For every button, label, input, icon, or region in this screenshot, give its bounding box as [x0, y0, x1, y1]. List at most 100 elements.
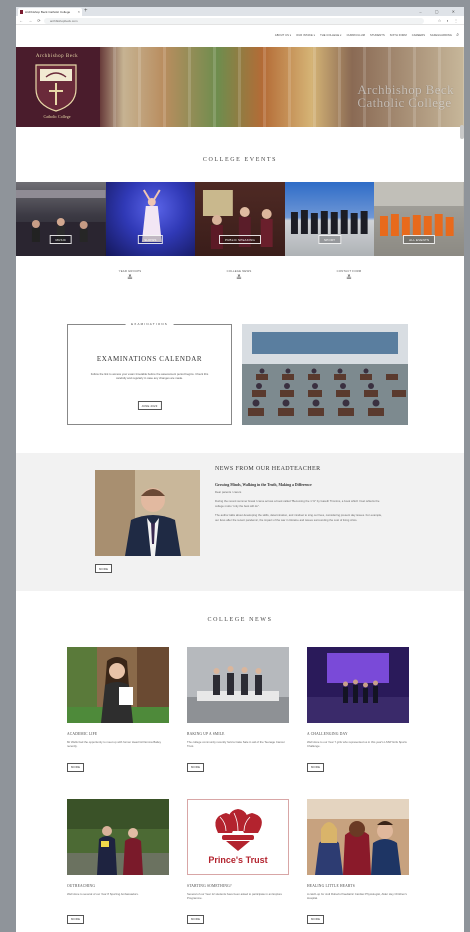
crest-bottom-text: Catholic College [43, 114, 71, 119]
nav-item-students[interactable]: STUDENTS [370, 34, 385, 37]
headteacher-message: NEWS FROM OUR HEADTEACHER Growing Minds,… [215, 466, 383, 522]
examinations-card: EXAMINATIONS EXAMINATIONS CALENDAR Follo… [67, 322, 232, 425]
news-card-heading[interactable]: STARTING SOMETHING? [187, 884, 289, 888]
search-icon[interactable]: ⌕ [456, 32, 459, 38]
news-card-heading[interactable]: BAKING UP A SMILE [187, 732, 289, 736]
public-speaking-photo [203, 190, 273, 249]
news-card-image[interactable] [307, 647, 409, 723]
tab-title: Archbishop Beck Catholic College [25, 10, 71, 14]
news-more-button[interactable]: MORE [307, 914, 325, 924]
examinations-tag: EXAMINATIONS [125, 322, 174, 326]
crest-top-text: Archbishop Beck [35, 54, 79, 59]
nav-item-intake[interactable]: OUR INTAKE ▾ [296, 34, 315, 37]
exam-hall-photo [242, 324, 408, 425]
nav-item-careers[interactable]: CAREERS [412, 34, 425, 37]
news-grid: ACADEMIC LIFE Mr Wells had the opportuni… [67, 647, 409, 925]
address-bar: ← → ⟳ ⌂ archbishopbeck.com ☆ ◐ ⋮ [16, 16, 464, 25]
favicon-icon [20, 10, 23, 14]
news-card-image[interactable] [67, 799, 169, 875]
events-section-title: COLLEGE EVENTS [202, 157, 278, 163]
sport-photo [290, 210, 368, 234]
event-label-public-speaking: PUBLIC SPEAKING [218, 235, 261, 244]
college-name-overlay: Archbishop Beck Catholic College [357, 82, 454, 110]
url-text: archbishopbeck.com [50, 18, 78, 23]
quick-link-contact-form[interactable]: CONTACT FORM ≚ [337, 269, 362, 282]
browser-tab[interactable]: Archbishop Beck Catholic College × [18, 8, 82, 16]
news-card-heading[interactable]: A CHALLENGING DAY [307, 732, 409, 736]
nav-item-sixth-form[interactable]: SIXTH FORM [390, 34, 407, 37]
princes-trust-logo-text: Prince's Trust [208, 855, 268, 865]
url-field[interactable]: archbishopbeck.com [44, 17, 424, 24]
nav-item-curriculum[interactable]: CURRICULUM [347, 34, 365, 37]
news-card-text: A catch-up for Jodi Roberts Paediatric C… [307, 892, 407, 901]
news-more-button[interactable]: MORE [67, 762, 85, 772]
prince-feathers-icon [215, 809, 262, 851]
event-label-music: MUSIC [49, 235, 73, 244]
hero-banner: Archbishop Beck Catholic College Archbis… [16, 47, 464, 127]
crest-icon [35, 64, 77, 112]
news-card-heading[interactable]: OUTREACHING [67, 884, 169, 888]
news-card-text: Well done to several of our Year 8 Sport… [67, 892, 139, 896]
nav-item-college[interactable]: THE COLLEGE ▾ [320, 34, 342, 37]
news-more-button[interactable]: MORE [187, 914, 205, 924]
window-controls[interactable]: – ▢ ✕ [419, 7, 461, 16]
news-card: HEALING LITTLE HEARTS A catch-up for Jod… [307, 799, 409, 925]
new-tab-button[interactable]: + [84, 7, 88, 16]
headteacher-more-button[interactable]: MORE [95, 564, 113, 573]
music-photo [16, 190, 106, 256]
event-label-sport: SPORT [317, 235, 342, 244]
headteacher-paragraph: The author talks about developing the sk… [215, 513, 382, 522]
examinations-text: Follow the link to access your exam time… [90, 372, 209, 381]
news-more-button[interactable]: MORE [307, 762, 325, 772]
events-strip: MUSIC SHOWS PUBLIC SPEAKING SPORT ALL EV… [16, 182, 464, 256]
news-more-button[interactable]: MORE [67, 914, 85, 924]
exam-timetable-button[interactable]: JUNE 2023 [137, 401, 162, 410]
close-tab-icon[interactable]: × [78, 8, 80, 16]
shows-photo [141, 189, 162, 242]
chevron-down-icon: ≚ [235, 275, 243, 282]
all-events-photo [374, 182, 464, 236]
headteacher-photo [95, 470, 200, 556]
site-navigation: ABOUT US ▾ OUR INTAKE ▾ THE COLLEGE ▾ CU… [16, 25, 464, 47]
news-card: A CHALLENGING DAY Well done to our Year … [307, 647, 409, 773]
news-card-text: Well done to our Year 7 girls who repres… [307, 740, 407, 749]
scrollbar-thumb[interactable] [460, 125, 464, 139]
quick-link-college-news[interactable]: COLLEGE NEWS ≚ [227, 269, 252, 282]
event-label-shows: SHOWS [138, 235, 163, 244]
chevron-down-icon: ≚ [345, 275, 353, 282]
headteacher-paragraph: During the recent summer break I came ac… [215, 499, 380, 508]
news-card-image[interactable]: Prince's Trust [187, 799, 289, 875]
news-card-heading[interactable]: ACADEMIC LIFE [67, 732, 169, 736]
news-card: OUTREACHING Well done to several of our … [67, 799, 169, 925]
news-card-text: Several of our Year 12 students have bee… [187, 892, 283, 901]
news-card: ACADEMIC LIFE Mr Wells had the opportuni… [67, 647, 169, 773]
news-card-image[interactable] [187, 647, 289, 723]
event-tile-shows[interactable]: SHOWS [105, 182, 196, 256]
browser-window: Archbishop Beck Catholic College × + – ▢… [16, 7, 464, 932]
college-crest-panel: Archbishop Beck Catholic College [16, 47, 100, 127]
headteacher-greeting: Dear parents / carers [215, 490, 242, 494]
nav-item-about[interactable]: ABOUT US ▾ [275, 34, 291, 37]
event-tile-sport[interactable]: SPORT [284, 182, 375, 256]
quick-links: YEAR GROUPS ≚ COLLEGE NEWS ≚ CONTACT FORM ≚ [16, 269, 464, 282]
news-card-image[interactable] [307, 799, 409, 875]
browser-extension-icons[interactable]: ☆ ◐ ⋮ [438, 16, 460, 25]
tab-bar: Archbishop Beck Catholic College × + – ▢… [16, 7, 464, 16]
news-card-text: The college community recently held a Ca… [187, 740, 285, 749]
news-card: Prince's Trust STARTING SOMETHING? Sever… [187, 799, 289, 925]
news-card-text: Mr Wells had the opportunity to meet up … [67, 740, 161, 749]
news-card-image[interactable] [67, 647, 169, 723]
event-tile-music[interactable]: MUSIC [16, 182, 106, 256]
examinations-title: EXAMINATIONS CALENDAR [96, 355, 203, 363]
event-tile-all-events[interactable]: ALL EVENTS [374, 182, 464, 256]
event-tile-public-speaking[interactable]: PUBLIC SPEAKING [195, 182, 285, 256]
nav-item-safeguarding[interactable]: SAFEGUARDING [430, 34, 452, 37]
event-label-all-events: ALL EVENTS [403, 235, 436, 244]
news-more-button[interactable]: MORE [187, 762, 205, 772]
quick-link-year-groups[interactable]: YEAR GROUPS ≚ [119, 269, 142, 282]
news-card-heading[interactable]: HEALING LITTLE HEARTS [307, 884, 409, 888]
news-section-title: COLLEGE NEWS [207, 617, 273, 623]
chevron-down-icon: ≚ [126, 275, 134, 282]
headteacher-subtitle: Growing Minds, Walking in the Truth, Mak… [215, 483, 312, 487]
headteacher-title: NEWS FROM OUR HEADTEACHER [215, 466, 321, 472]
